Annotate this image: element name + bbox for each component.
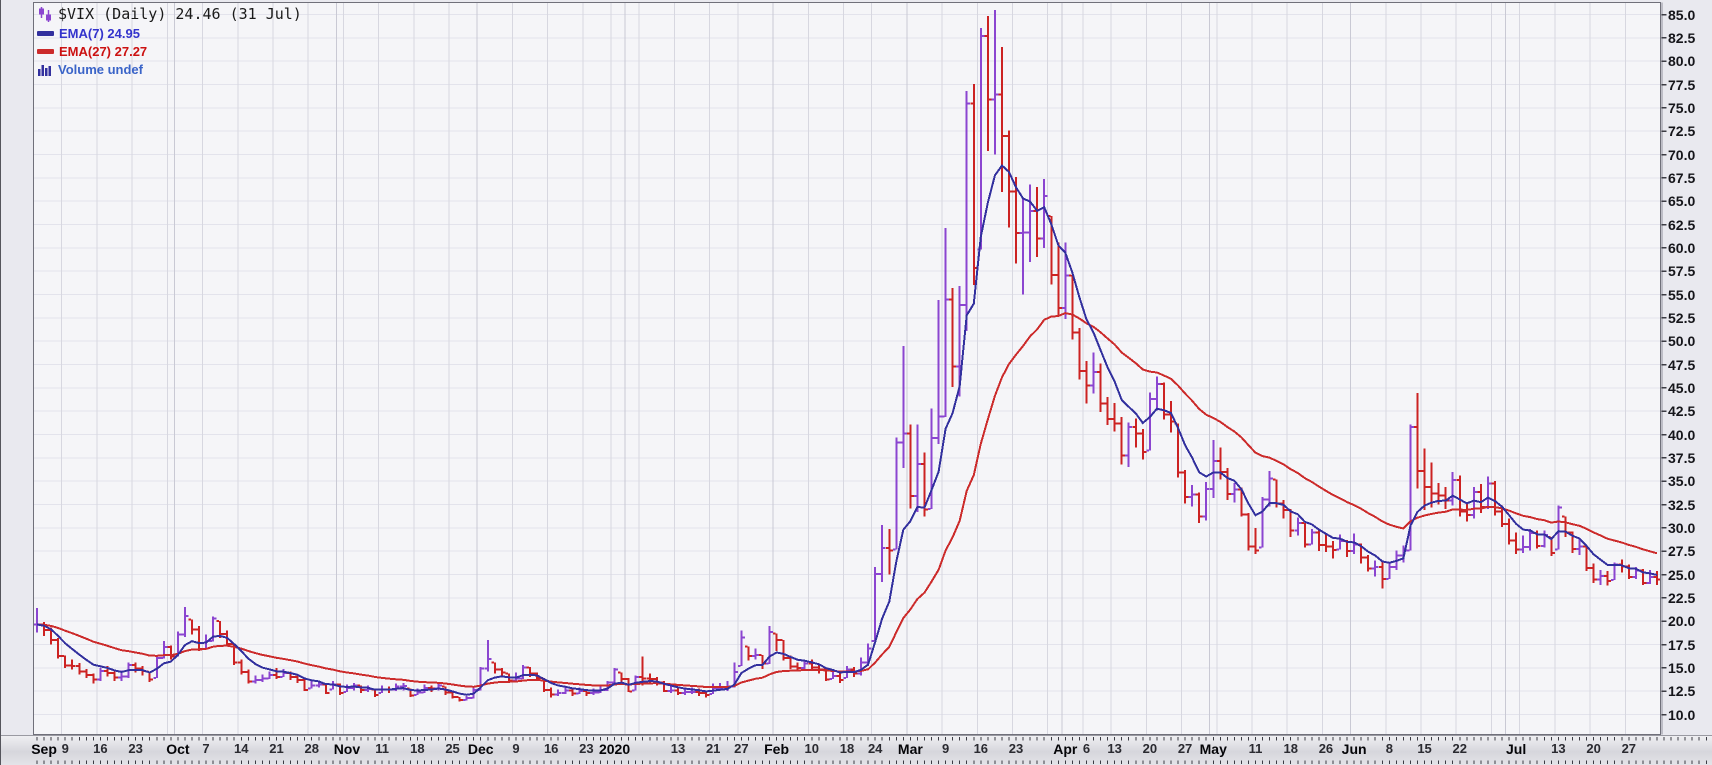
x-axis-label: Oct [166, 741, 189, 757]
y-axis-label: 75.0 [1668, 100, 1695, 116]
plot-border [34, 3, 1661, 735]
x-axis-label: 10 [805, 741, 819, 756]
ema27-label: EMA(27) 27.27 [59, 44, 147, 59]
x-axis-label: 11 [375, 741, 389, 756]
y-axis-label: 20.0 [1668, 613, 1695, 629]
x-axis-label: 13 [1107, 741, 1121, 756]
x-axis-label: 18 [1283, 741, 1297, 756]
x-axis-label: 20 [1143, 741, 1157, 756]
x-axis-label: 28 [304, 741, 318, 756]
volume-bars-icon [37, 63, 53, 76]
y-axis-label: 70.0 [1668, 147, 1695, 163]
x-axis-label: 16 [974, 741, 988, 756]
x-axis-label: 26 [1319, 741, 1333, 756]
x-axis-label: 16 [544, 741, 558, 756]
y-axis-label: 37.5 [1668, 450, 1695, 466]
x-axis-label: Sep [31, 741, 57, 757]
x-axis-label: 9 [942, 741, 949, 756]
x-axis-label: 13 [671, 741, 685, 756]
x-axis-label: 25 [445, 741, 459, 756]
y-axis-label: 40.0 [1668, 427, 1695, 443]
ema7-line-swatch [37, 31, 54, 36]
legend-ema27-row: EMA(27) 27.27 [37, 42, 302, 60]
ema7-line [37, 166, 1657, 695]
y-axis-label: 27.5 [1668, 543, 1695, 559]
x-axis-label: Nov [334, 741, 360, 757]
x-axis-label: 14 [234, 741, 248, 756]
x-axis-label: 21 [269, 741, 283, 756]
y-axis-label: 60.0 [1668, 240, 1695, 256]
ohlc-bars [34, 10, 1661, 701]
chart-legend: $VIX (Daily) 24.46 (31 Jul) EMA(7) 24.95… [37, 4, 302, 78]
legend-title-row: $VIX (Daily) 24.46 (31 Jul) [37, 4, 302, 24]
x-axis-label: 6 [1083, 741, 1090, 756]
x-axis-label: 16 [93, 741, 107, 756]
x-axis-label: Apr [1053, 741, 1077, 757]
y-axis-label: 12.5 [1668, 683, 1695, 699]
x-axis-label: 27 [1622, 741, 1636, 756]
y-axis-label: 50.0 [1668, 333, 1695, 349]
y-axis-label: 30.0 [1668, 520, 1695, 536]
x-axis-label: 18 [840, 741, 854, 756]
y-axis-label: 62.5 [1668, 217, 1695, 233]
y-axis-label: 72.5 [1668, 123, 1695, 139]
stockcharts-vix-daily-chart: 10.0 12.5 15.0 17.5 20.0 22.5 25.0 27.5 30.0 32.5… [0, 0, 1712, 765]
ema27-line-swatch [37, 49, 54, 54]
y-axis-label: 22.5 [1668, 590, 1695, 606]
plot-background [34, 3, 1661, 735]
y-axis-label: 85.0 [1668, 7, 1695, 23]
x-axis-label: 21 [706, 741, 720, 756]
y-axis-label: 65.0 [1668, 193, 1695, 209]
x-axis-label: 9 [62, 741, 69, 756]
x-axis-label: 7 [202, 741, 209, 756]
price-plot [1, 0, 1712, 765]
x-axis-label: Jun [1342, 741, 1367, 757]
ema27-line [37, 313, 1657, 687]
x-axis-label: 15 [1417, 741, 1431, 756]
x-axis-label: Feb [764, 741, 789, 757]
volume-label: Volume undef [58, 62, 143, 77]
y-axis-label: 10.0 [1668, 707, 1695, 723]
grid [34, 3, 1661, 735]
x-axis-label: Dec [468, 741, 494, 757]
chart-title: $VIX (Daily) 24.46 (31 Jul) [58, 5, 302, 23]
x-axis-label: 22 [1453, 741, 1467, 756]
x-axis-label: 13 [1551, 741, 1565, 756]
candlestick-chart-icon [37, 6, 53, 23]
ema7-label: EMA(7) 24.95 [59, 26, 140, 41]
x-axis-label: Jul [1506, 741, 1526, 757]
x-axis-label: 27 [1178, 741, 1192, 756]
y-axis-label: 45.0 [1668, 380, 1695, 396]
x-axis-label: 2020 [599, 741, 630, 757]
legend-ema7-row: EMA(7) 24.95 [37, 24, 302, 42]
x-axis-label: 24 [868, 741, 882, 756]
y-axis-label: 57.5 [1668, 263, 1695, 279]
x-axis-label: 23 [579, 741, 593, 756]
y-axis-label: 52.5 [1668, 310, 1695, 326]
x-axis-label: 27 [734, 741, 748, 756]
y-axis-label: 47.5 [1668, 357, 1695, 373]
x-axis-label: 23 [1009, 741, 1023, 756]
y-axis-label: 32.5 [1668, 497, 1695, 513]
x-axis-label: 8 [1386, 741, 1393, 756]
y-axis-label: 77.5 [1668, 77, 1695, 93]
x-axis-label: 9 [512, 741, 519, 756]
y-axis-label: 17.5 [1668, 637, 1695, 653]
y-axis-label: 42.5 [1668, 403, 1695, 419]
x-axis-label: 18 [410, 741, 424, 756]
y-axis-label: 25.0 [1668, 567, 1695, 583]
x-axis-label: 11 [1249, 741, 1263, 756]
y-axis-label: 67.5 [1668, 170, 1695, 186]
x-axis-label: 20 [1586, 741, 1600, 756]
x-axis-label: 23 [128, 741, 142, 756]
x-axis-label: May [1200, 741, 1227, 757]
y-axis-label: 80.0 [1668, 53, 1695, 69]
y-axis-label: 35.0 [1668, 473, 1695, 489]
y-axis-label: 15.0 [1668, 660, 1695, 676]
y-axis-label: 55.0 [1668, 287, 1695, 303]
legend-volume-row: Volume undef [37, 60, 302, 78]
y-tick-marks [1662, 15, 1667, 715]
x-axis-label: Mar [898, 741, 923, 757]
y-axis-label: 82.5 [1668, 30, 1695, 46]
